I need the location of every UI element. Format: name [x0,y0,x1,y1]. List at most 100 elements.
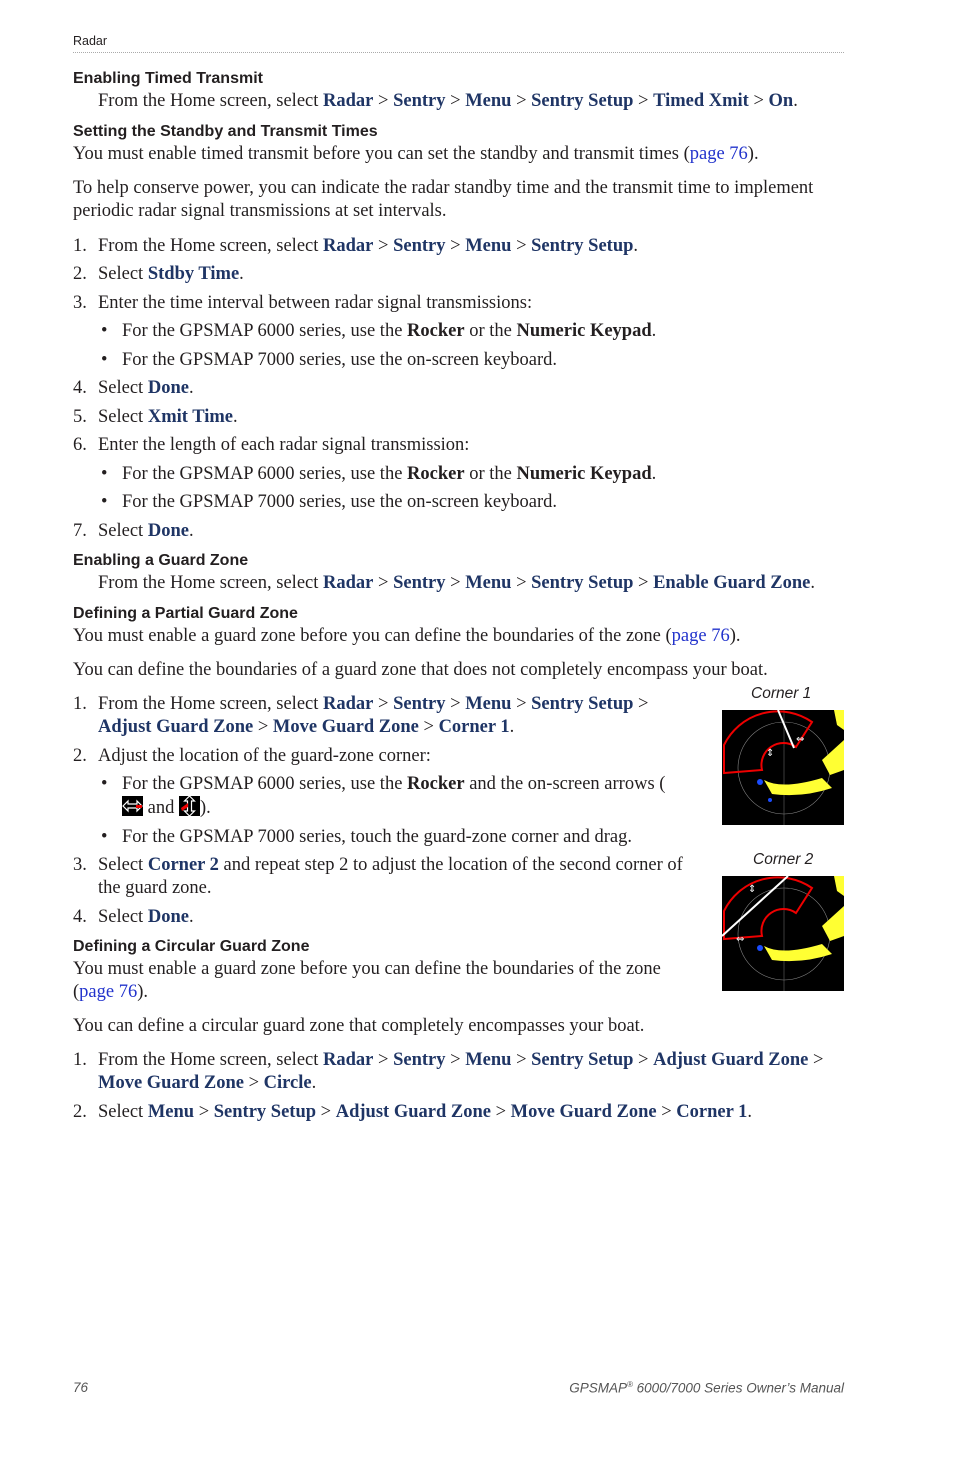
text: Select [98,264,148,284]
steps-list: 1. From the Home screen, select Radar > S… [73,1049,844,1124]
menu-item: Sentry Setup [531,1050,634,1070]
text: GPSMAP [569,1380,627,1396]
text: Select [98,378,148,398]
menu-item: Corner 1 [438,717,510,737]
path-separator: > [445,91,466,111]
text: 6000/7000 Series Owner’s Manual [632,1380,844,1396]
bullet-icon: • [101,774,108,794]
text: and the on-screen arrows ( [464,774,666,794]
menu-item: Done [147,906,189,927]
paragraph: To help conserve power, you can indicate… [73,178,814,221]
key-name: Rocker [407,463,465,484]
paragraph: You can define the boundaries of a guard… [73,659,768,680]
menu-item: Radar [323,694,374,714]
left-right-arrow-icon [122,796,143,816]
path-separator: > [633,1050,654,1070]
paragraph: You can define a circular guard zone tha… [73,1015,645,1036]
text: . [651,321,657,341]
svg-text:⇔: ⇔ [796,734,804,745]
heading-enabling-timed-transmit: Enabling Timed Transmit [73,70,263,87]
text: For the GPSMAP 7000 series, use the on-s… [122,492,558,512]
text: Select [98,520,148,541]
text: Adjust the location of the guard-zone co… [98,745,431,766]
menu-item: Sentry [393,694,446,714]
figure-caption-corner-1: Corner 1 [751,685,812,702]
menu-path: Menu > Sentry Setup > Adjust Guard Zone … [148,1102,752,1122]
menu-item: Adjust Guard Zone [98,717,254,737]
menu-item: Menu [465,1050,512,1070]
menu-item: Menu [465,694,512,714]
heading-partial-guard-zone: Defining a Partial Guard Zone [73,604,298,622]
menu-item: Menu [465,91,512,111]
menu-item: Move Guard Zone [272,717,419,737]
path-separator: > [373,694,394,714]
path-separator: > [748,91,769,111]
radar-screenshot-corner-2: ⇕ ⇔ [722,876,844,991]
menu-item: Adjust Guard Zone [653,1050,809,1070]
menu-item: Corner 1 [676,1101,748,1122]
text: From the Home screen, select [98,235,324,256]
page-link[interactable]: page 76 [672,626,730,646]
text: Select [98,406,148,427]
bullet-icon: • [101,321,108,341]
header-rule [73,52,844,53]
heading-enabling-guard-zone: Enabling a Guard Zone [73,551,249,569]
text: . [232,406,238,427]
step: 2. Select Stdby Time. [73,264,244,284]
page-link[interactable]: page 76 [690,144,748,164]
key-name: Rocker [407,774,465,794]
page-number: 76 [73,1380,89,1395]
step: 3. Enter the time interval between radar … [73,292,533,313]
step: 3. Select Corner 2 and repeat step 2 to a… [73,855,683,898]
manual-title: GPSMAP® 6000/7000 Series Owner’s Manual [569,1380,844,1396]
menu-item: Sentry Setup [531,235,634,256]
text: For the GPSMAP 6000 series, use the [122,774,408,794]
step: 1. From the Home screen, select Radar > S… [73,694,649,737]
key-name: Numeric Keypad [516,321,652,341]
menu-item: Radar [323,91,374,111]
instruction: From the Home screen, select Radar > Sen… [73,572,844,595]
text: From the Home screen, select [98,572,324,593]
menu-item: Sentry [393,572,446,593]
text: From the Home screen, select [98,91,324,111]
text: . [747,1101,752,1122]
steps-list: 1. From the Home screen, select Radar > S… [73,235,844,543]
key-name: Rocker [407,321,465,341]
text: . [793,91,798,111]
bullet-icon: • [101,463,108,484]
menu-item: Done [147,378,189,398]
menu-item: Menu [465,572,512,593]
text: . [651,463,657,484]
path-separator: > [316,1101,336,1122]
paragraph: You must enable a guard zone before you … [73,958,693,1004]
menu-item: On [768,91,794,111]
path-separator: > [243,1073,264,1093]
path-separator: > [511,235,532,256]
menu-item: Done [147,520,189,541]
text: For the GPSMAP 7000 series, use the on-s… [122,349,558,370]
text: For the GPSMAP 6000 series, use the [122,463,408,484]
text: Enter the time interval between radar si… [98,292,533,313]
bullet-item: • For the GPSMAP 7000 series, use the on-… [73,491,844,514]
step: 4. Select Done. [73,378,194,398]
page-link[interactable]: page 76 [79,982,137,1002]
bullet-item: • For the GPSMAP 7000 series, touch the g… [73,826,693,849]
text: or the [464,463,517,484]
path-separator: > [373,91,394,111]
text: . [311,1073,317,1093]
menu-item: Move Guard Zone [98,1073,244,1093]
path-separator: > [445,572,466,593]
text: For the GPSMAP 6000 series, use the [122,321,408,341]
text: . [509,717,515,737]
running-header: Radar [73,34,108,48]
path-separator: > [445,235,466,256]
menu-item: Menu [465,235,512,256]
svg-text:⇕: ⇕ [748,884,756,895]
menu-item: Sentry Setup [531,694,634,714]
menu-item: Menu [147,1101,195,1122]
menu-item: Stdby Time [147,264,240,284]
path-separator: > [511,91,532,111]
menu-item: Circle [263,1073,312,1093]
menu-item: Timed Xmit [653,91,749,111]
menu-item: Radar [323,1050,374,1070]
